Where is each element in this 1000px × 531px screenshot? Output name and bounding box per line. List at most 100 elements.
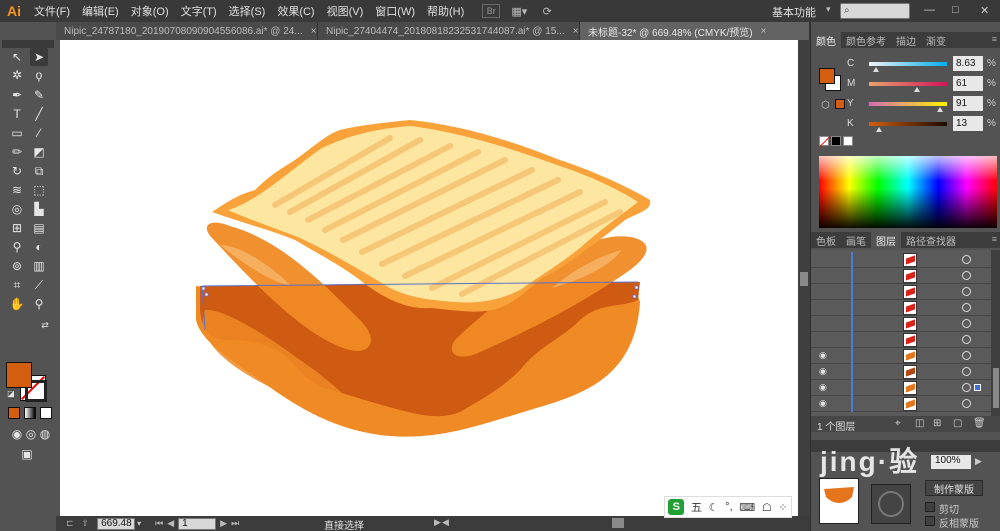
slice-tool-icon[interactable]: ⟋ [30, 276, 48, 294]
trash-icon[interactable]: 🗑 [973, 418, 986, 429]
symbol-sprayer-icon[interactable]: ⊚ [8, 257, 26, 275]
menu-object[interactable]: 对象(O) [125, 3, 175, 19]
slider-value-field[interactable]: 8.63 [953, 56, 983, 71]
artboard-nav-icon[interactable]: ⊏ [66, 518, 74, 529]
vertical-scrollbar[interactable] [798, 40, 810, 516]
width-tool-icon[interactable]: ≋ [8, 181, 26, 199]
horizontal-scrollbar-thumb[interactable] [612, 518, 624, 528]
visibility-eye-icon[interactable]: ◉ [819, 366, 831, 377]
layer-row[interactable] [811, 332, 991, 348]
menu-view[interactable]: 视图(V) [321, 3, 370, 19]
slider-value-field[interactable]: 91 [953, 96, 983, 111]
menu-edit[interactable]: 编辑(E) [76, 3, 125, 19]
clip-checkbox[interactable] [925, 502, 935, 512]
layer-row[interactable] [811, 268, 991, 284]
close-icon[interactable]: × [573, 26, 579, 37]
slider-track[interactable] [869, 102, 947, 106]
target-icon[interactable] [962, 383, 971, 392]
free-transform-icon[interactable]: ⬚ [30, 181, 48, 199]
target-icon[interactable] [962, 271, 971, 280]
chevron-right-icon[interactable]: ▶ [975, 456, 982, 467]
none-swatch[interactable] [819, 136, 831, 147]
last-artboard-icon[interactable]: ⏭ [231, 518, 239, 529]
color-mode-button[interactable] [8, 407, 20, 419]
tab-layers[interactable]: 图层 [871, 232, 901, 248]
keyboard-icon[interactable]: ⌨ [739, 501, 755, 514]
new-layer-icon[interactable]: ▢ [953, 418, 962, 429]
layer-row[interactable]: ◉ [811, 396, 991, 412]
out-of-gamut-icon[interactable]: ⬡ [821, 100, 830, 111]
chart-tool-icon[interactable]: ▙ [30, 200, 48, 218]
layer-row[interactable] [811, 284, 991, 300]
close-icon[interactable]: ✕ [980, 4, 989, 17]
black-swatch[interactable] [831, 136, 841, 146]
ime-toolbar[interactable]: S 五 ☾ °, ⌨ ☖ ⁘ [664, 496, 792, 518]
screen-mode-icon[interactable]: ▣ [18, 445, 36, 463]
pen-tool-icon[interactable]: ✒ [8, 86, 26, 104]
slider-track[interactable] [869, 82, 947, 86]
visibility-eye-icon[interactable]: ◉ [819, 382, 831, 393]
maximize-icon[interactable]: □ [952, 4, 959, 16]
search-input[interactable]: ⌕ [840, 3, 910, 19]
slider-value-field[interactable]: 61 [953, 76, 983, 91]
target-icon[interactable] [962, 367, 971, 376]
target-icon[interactable] [962, 303, 971, 312]
opacity-field[interactable]: 100% [931, 455, 971, 469]
menu-effect[interactable]: 效果(C) [271, 3, 320, 19]
panel-menu-icon[interactable]: ≡ [992, 234, 997, 244]
moon-icon[interactable]: ☾ [709, 501, 719, 514]
sync-icon[interactable]: ⟳ [538, 4, 556, 18]
sandwich-artwork[interactable] [60, 40, 798, 516]
target-icon[interactable] [962, 319, 971, 328]
scrollbar-thumb[interactable] [993, 368, 999, 408]
first-artboard-icon[interactable]: ⏮ [155, 518, 163, 529]
scale-tool-icon[interactable]: ⧉ [30, 162, 48, 180]
column-graph-icon[interactable]: ▥ [30, 257, 48, 275]
direct-selection-tool-icon[interactable]: ➤ [30, 48, 48, 66]
menu-select[interactable]: 选择(S) [223, 3, 272, 19]
visibility-eye-icon[interactable]: ◉ [819, 350, 831, 361]
fill-color-swatch[interactable] [819, 68, 835, 84]
fill-color-swatch[interactable] [6, 362, 32, 388]
slider-thumb[interactable] [913, 87, 920, 92]
artboard-number-field[interactable]: 1 [178, 517, 217, 530]
blend-tool-icon[interactable]: ◐ [30, 238, 48, 256]
export-icon[interactable]: ⇪ [82, 518, 90, 529]
new-sublayer-icon[interactable]: ⊞ [933, 418, 941, 429]
tab-gradient[interactable]: 渐变 [921, 32, 951, 48]
white-swatch[interactable] [843, 136, 853, 146]
target-icon[interactable] [962, 287, 971, 296]
visibility-eye-icon[interactable]: ◉ [819, 398, 831, 409]
tab-color-guide[interactable]: 颜色参考 [841, 32, 891, 48]
shape-builder-icon[interactable]: ◎ [8, 200, 26, 218]
tab-swatches[interactable]: 色板 [811, 232, 841, 248]
artboard-tool-icon[interactable]: ⌗ [8, 276, 26, 294]
mask-thumbnail[interactable] [871, 484, 911, 524]
clipping-mask-icon[interactable]: ◫ [915, 418, 924, 429]
close-icon[interactable]: × [761, 26, 767, 37]
slider-track[interactable] [869, 62, 947, 66]
tab-document-1[interactable]: Nipic_24787180_20190708090904556086.ai* … [56, 22, 318, 40]
eyedropper-icon[interactable]: ⚲ [8, 238, 26, 256]
type-tool-icon[interactable]: T [8, 105, 26, 123]
tab-document-2[interactable]: Nipic_27404474_20180818232531744087.ai* … [318, 22, 580, 40]
slider-value-field[interactable]: 13 [953, 116, 983, 131]
curvature-tool-icon[interactable]: ✎ [30, 86, 48, 104]
paintbrush-icon[interactable]: ⁄ [30, 124, 48, 142]
layer-row[interactable]: ◉ [811, 348, 991, 364]
tab-document-3[interactable]: 未标题-32* @ 669.48% (CMYK/预览) × [580, 22, 810, 40]
scrollbar-thumb[interactable] [800, 272, 808, 286]
selection-tool-icon[interactable]: ↖ [8, 48, 26, 66]
next-artboard-icon[interactable]: ▶ [220, 518, 227, 529]
canvas-area[interactable] [56, 40, 798, 516]
magic-wand-icon[interactable]: ✲ [8, 66, 26, 84]
arrange-documents-icon[interactable]: ▦▾ [510, 4, 528, 18]
slider-thumb[interactable] [936, 107, 943, 112]
gradient-tool-icon[interactable]: ▤ [30, 219, 48, 237]
tab-brushes[interactable]: 画笔 [841, 232, 871, 248]
target-icon[interactable] [962, 335, 971, 344]
selection-indicator[interactable] [974, 384, 981, 391]
panel-menu-icon[interactable]: ≡ [992, 34, 997, 44]
layer-row[interactable] [811, 300, 991, 316]
menu-window[interactable]: 窗口(W) [369, 3, 421, 19]
